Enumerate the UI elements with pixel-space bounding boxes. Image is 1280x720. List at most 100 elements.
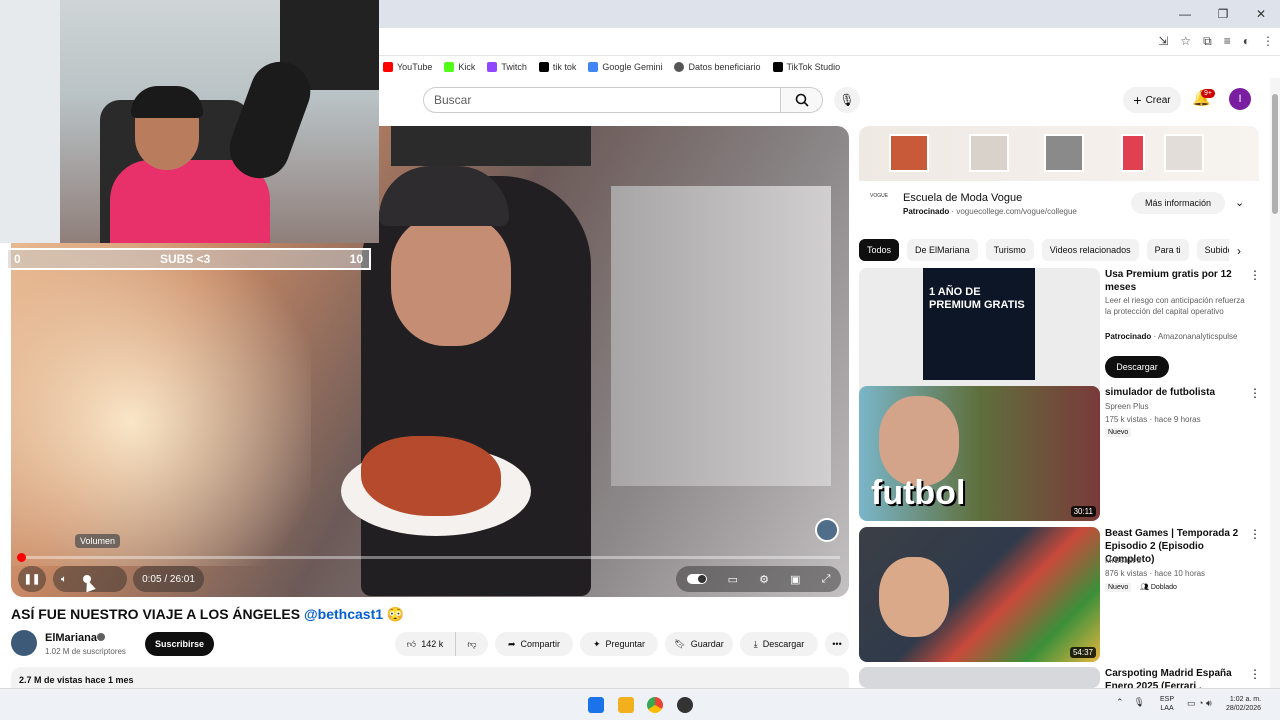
microphone-icon[interactable]: 🎙 bbox=[1134, 697, 1145, 708]
channel-watermark[interactable] bbox=[815, 518, 839, 542]
plus-icon: + bbox=[1133, 92, 1142, 108]
progress-scrubber[interactable] bbox=[17, 553, 26, 562]
windows-start-icon[interactable] bbox=[588, 697, 604, 713]
chip-para-ti[interactable]: Para ti bbox=[1146, 239, 1189, 261]
chrome-icon[interactable] bbox=[647, 697, 663, 713]
clock[interactable]: 1:02 a. m. 28/02/2026 bbox=[1226, 695, 1261, 713]
restore-icon[interactable]: ❐ bbox=[1204, 0, 1242, 28]
file-explorer-icon[interactable] bbox=[618, 697, 634, 713]
more-actions-button[interactable]: ••• bbox=[825, 632, 849, 656]
recommendation-thumbnail[interactable]: futbol 30:11 bbox=[859, 386, 1100, 521]
bookmark-tiktok[interactable]: tik tok bbox=[538, 62, 576, 72]
video-person-cap bbox=[379, 166, 509, 226]
minimize-icon[interactable]: — bbox=[1166, 0, 1204, 28]
recommendation-thumbnail[interactable] bbox=[859, 667, 1100, 688]
kick-icon bbox=[444, 62, 455, 72]
chevron-up-icon[interactable]: ⌃ bbox=[1116, 697, 1124, 708]
pause-button[interactable]: ❚❚ bbox=[18, 566, 46, 592]
bookmark-kick[interactable]: Kick bbox=[444, 62, 475, 72]
bookmark-label: Kick bbox=[458, 62, 476, 72]
autoplay-toggle[interactable] bbox=[686, 574, 707, 584]
clock-time: 1:02 a. m. bbox=[1229, 696, 1262, 703]
dubbed-icon: 👥︎ bbox=[1140, 584, 1149, 591]
ad-banner-image[interactable] bbox=[859, 126, 1259, 181]
bookmark-twitch[interactable]: Twitch bbox=[487, 62, 527, 72]
recommendation-channel[interactable]: MrBeast 2 bbox=[1105, 556, 1141, 565]
share-button[interactable]: ➦ Compartir bbox=[495, 632, 573, 656]
recommendation-thumbnail[interactable]: 54:37 bbox=[859, 527, 1100, 662]
recommendation-thumbnail[interactable]: 1 AÑO DE PREMIUM GRATIS bbox=[859, 268, 1100, 403]
omnibox-actions: ⇲ ☆ ⧉ ≡ ◐ ⋮ bbox=[1158, 34, 1274, 49]
chevron-down-icon[interactable]: ⌄ bbox=[1235, 196, 1244, 209]
close-icon[interactable]: ✕ bbox=[1242, 0, 1280, 28]
subs-goal-label: SUBS <3 bbox=[160, 252, 211, 266]
fullscreen-icon[interactable]: ⤢ bbox=[822, 573, 831, 586]
recommendation-title[interactable]: Carspoting Madrid España Enero 2025 (Fer… bbox=[1105, 667, 1243, 688]
voice-search-button[interactable]: 🎙 bbox=[834, 87, 860, 113]
recommendation-item[interactable]: futbol 30:11 simulador de futbolista Spr… bbox=[859, 386, 1261, 521]
lang-top: ESP bbox=[1160, 696, 1175, 703]
search-button[interactable] bbox=[781, 87, 823, 113]
ad-more-info-button[interactable]: Más información bbox=[1131, 192, 1225, 214]
bookmark-youtube[interactable]: YouTube bbox=[383, 62, 432, 72]
chevron-right-icon[interactable]: › bbox=[1237, 244, 1241, 258]
tray-status-icons[interactable]: ▭ ◔ 🔊︎ bbox=[1187, 698, 1212, 709]
captions-icon[interactable]: ▭ bbox=[728, 573, 738, 586]
bookmark-star-icon[interactable]: ☆ bbox=[1180, 34, 1191, 49]
search-input[interactable]: Buscar bbox=[423, 87, 781, 113]
more-vertical-icon[interactable]: ⋮ bbox=[1249, 268, 1261, 282]
ad-url: voguecollege.com/vogue/collegue bbox=[956, 207, 1077, 216]
avatar[interactable]: I bbox=[1229, 88, 1251, 110]
install-app-icon[interactable]: ⇲ bbox=[1158, 34, 1168, 49]
bookmark-tiktok-studio[interactable]: TikTok Studio bbox=[772, 62, 840, 72]
bookmark-label: Datos beneficiario bbox=[688, 62, 761, 72]
obs-icon[interactable] bbox=[677, 697, 693, 713]
create-button[interactable]: + Crear bbox=[1123, 87, 1181, 113]
recommendation-meta: 876 k vistas · hace 10 horas bbox=[1105, 569, 1206, 578]
ad-download-button[interactable]: Descargar bbox=[1105, 356, 1169, 378]
recommendation-ad[interactable]: 1 AÑO DE PREMIUM GRATIS Usa Premium grat… bbox=[859, 268, 1261, 403]
chip-turismo[interactable]: Turismo bbox=[985, 239, 1034, 261]
chip-todos[interactable]: Todos bbox=[859, 239, 900, 261]
recommendation-title[interactable]: simulador de futbolista bbox=[1105, 386, 1243, 399]
download-button[interactable]: ⤓ Descargar bbox=[740, 632, 818, 656]
save-button[interactable]: 🔖︎ Guardar bbox=[665, 632, 733, 656]
page-scrollbar[interactable] bbox=[1270, 78, 1280, 688]
progress-bar[interactable] bbox=[21, 556, 840, 559]
ask-button[interactable]: ✦ Preguntar bbox=[580, 632, 658, 656]
channel-name[interactable]: ElMariana bbox=[45, 632, 97, 644]
profile-icon[interactable]: ◐ bbox=[1243, 34, 1250, 49]
scrollbar-thumb[interactable] bbox=[1272, 94, 1278, 214]
thumb-text: futbol bbox=[871, 474, 966, 512]
extensions-icon[interactable]: ⧉ bbox=[1203, 34, 1212, 49]
recommendation-item[interactable]: 54:37 Beast Games | Temporada 2 Episodio… bbox=[859, 527, 1261, 662]
reading-list-icon[interactable]: ≡ bbox=[1224, 34, 1231, 49]
recommendation-channel[interactable]: Spreen Plus bbox=[1105, 402, 1149, 411]
recommendation-title[interactable]: Usa Premium gratis por 12 meses bbox=[1105, 268, 1243, 294]
channel-avatar[interactable] bbox=[11, 630, 37, 656]
language-indicator[interactable]: ESP LAA bbox=[1160, 695, 1174, 713]
ad-thumb-text: 1 AÑO DE PREMIUM GRATIS bbox=[929, 286, 1025, 311]
more-vertical-icon[interactable]: ⋮ bbox=[1249, 527, 1261, 541]
theater-mode-icon[interactable]: ▣ bbox=[790, 573, 800, 586]
bookmark-datos[interactable]: Datos beneficiario bbox=[674, 62, 761, 72]
subscribe-button[interactable]: Suscribirse bbox=[145, 632, 214, 656]
ad-art bbox=[1121, 134, 1145, 172]
bookmark-gemini[interactable]: Google Gemini bbox=[588, 62, 662, 72]
ad-title[interactable]: Escuela de Moda Vogue bbox=[903, 192, 1022, 204]
tiktok-icon bbox=[538, 62, 549, 72]
player-right-controls: ▭ ⚙ ▣ ⤢ bbox=[676, 566, 841, 592]
dislike-button[interactable]: 👎︎ bbox=[455, 632, 488, 656]
recommendation-item[interactable]: Carspoting Madrid España Enero 2025 (Fer… bbox=[859, 667, 1259, 688]
chip-subidos[interactable]: Subidos bbox=[1196, 239, 1229, 261]
more-vertical-icon[interactable]: ⋮ bbox=[1249, 667, 1259, 681]
settings-gear-icon[interactable]: ⚙ bbox=[759, 573, 769, 586]
chip-de-elmariana[interactable]: De ElMariana bbox=[907, 239, 978, 261]
ad-sponsor-line: Patrocinado · voguecollege.com/vogue/col… bbox=[903, 207, 1077, 216]
like-button[interactable]: 👍︎ 142 k bbox=[395, 632, 455, 656]
chip-videos-relacionados[interactable]: Videos relacionados bbox=[1041, 239, 1139, 261]
video-title-mention[interactable]: @bethcast1 bbox=[304, 606, 383, 622]
microphone-icon: 🎙 bbox=[839, 93, 855, 107]
more-vertical-icon[interactable]: ⋮ bbox=[1249, 386, 1261, 400]
menu-kebab-icon[interactable]: ⋮ bbox=[1262, 34, 1274, 49]
